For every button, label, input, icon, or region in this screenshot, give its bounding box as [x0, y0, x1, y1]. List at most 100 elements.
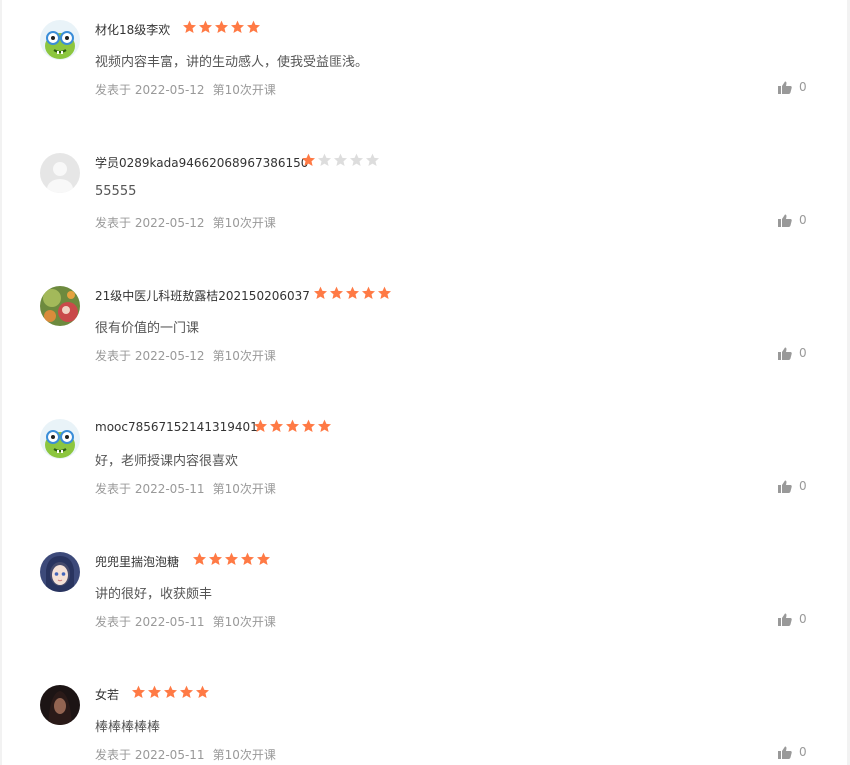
- like-count: 0: [799, 745, 807, 759]
- like-count: 0: [799, 479, 807, 493]
- review-item: 兜兜里揣泡泡糖 讲的很好，收获颇丰 发表于 2022-05-11 第10次开课 0: [2, 532, 847, 665]
- star-filled-icon: [179, 685, 194, 699]
- post-date: 发表于 2022-05-11: [95, 482, 205, 496]
- thumbs-up-icon: [778, 347, 792, 360]
- review-meta: 发表于 2022-05-11 第10次开课: [95, 480, 276, 497]
- star-filled-icon: [269, 419, 284, 433]
- like-count: 0: [799, 80, 807, 94]
- like-button[interactable]: 0: [778, 80, 807, 94]
- star-filled-icon: [224, 552, 239, 566]
- star-empty-icon: [317, 153, 332, 167]
- avatar[interactable]: [40, 20, 80, 60]
- reviewer-name[interactable]: 兜兜里揣泡泡糖: [95, 553, 179, 570]
- course-term: 第10次开课: [212, 615, 276, 629]
- reviewer-name[interactable]: 21级中医儿科班敖露桔202150206037: [95, 287, 310, 304]
- star-filled-icon: [131, 685, 146, 699]
- avatar[interactable]: [40, 153, 80, 193]
- star-filled-icon: [285, 419, 300, 433]
- review-meta: 发表于 2022-05-11 第10次开课: [95, 746, 276, 763]
- review-content: 视频内容丰富，讲的生动感人，使我受益匪浅。: [95, 55, 369, 70]
- thumbs-up-icon: [778, 214, 792, 227]
- star-empty-icon: [349, 153, 364, 167]
- dark-photo-avatar-icon: [40, 685, 80, 725]
- review-content: 很有价值的一门课: [95, 321, 200, 336]
- review-content: 棒棒棒棒棒: [95, 720, 161, 735]
- star-filled-icon: [329, 286, 344, 300]
- star-filled-icon: [208, 552, 223, 566]
- review-meta: 发表于 2022-05-12 第10次开课: [95, 347, 276, 364]
- green-monster-avatar-icon: [40, 419, 80, 459]
- course-term: 第10次开课: [212, 349, 276, 363]
- green-monster-avatar-icon: [40, 20, 80, 60]
- star-filled-icon: [195, 685, 210, 699]
- review-item: mooc78567152141319401 好，老师授课内容很喜欢 发表于 20…: [2, 399, 847, 532]
- post-date: 发表于 2022-05-12: [95, 83, 205, 97]
- star-rating: [313, 286, 392, 300]
- like-button[interactable]: 0: [778, 213, 807, 227]
- star-filled-icon: [163, 685, 178, 699]
- reviewer-name[interactable]: 女若: [95, 686, 119, 703]
- default-person-avatar-icon: [40, 153, 80, 193]
- like-button[interactable]: 0: [778, 612, 807, 626]
- star-filled-icon: [301, 153, 316, 167]
- star-empty-icon: [365, 153, 380, 167]
- reviewer-name[interactable]: 学员0289kada94662068967386150: [95, 154, 308, 171]
- star-filled-icon: [246, 20, 261, 34]
- review-list: 材化18级李欢 视频内容丰富，讲的生动感人，使我受益匪浅。 发表于 2022-0…: [2, 0, 847, 765]
- thumbs-up-icon: [778, 81, 792, 94]
- review-content: 55555: [95, 184, 137, 199]
- star-filled-icon: [361, 286, 376, 300]
- star-empty-icon: [333, 153, 348, 167]
- star-filled-icon: [301, 419, 316, 433]
- review-content: 好，老师授课内容很喜欢: [95, 454, 239, 469]
- photo-avatar-flower-icon: [40, 286, 80, 326]
- review-item: 21级中医儿科班敖露桔202150206037 很有价值的一门课 发表于 202…: [2, 266, 847, 399]
- anime-girl-avatar-icon: [40, 552, 80, 592]
- post-date: 发表于 2022-05-12: [95, 216, 205, 230]
- star-filled-icon: [377, 286, 392, 300]
- review-content: 讲的很好，收获颇丰: [95, 587, 213, 602]
- reviewer-name[interactable]: 材化18级李欢: [95, 21, 170, 38]
- avatar[interactable]: [40, 685, 80, 725]
- avatar[interactable]: [40, 419, 80, 459]
- star-filled-icon: [230, 20, 245, 34]
- review-meta: 发表于 2022-05-12 第10次开课: [95, 214, 276, 231]
- star-rating: [253, 419, 332, 433]
- like-button[interactable]: 0: [778, 479, 807, 493]
- star-filled-icon: [240, 552, 255, 566]
- like-count: 0: [799, 213, 807, 227]
- star-rating: [131, 685, 210, 699]
- avatar[interactable]: [40, 286, 80, 326]
- course-term: 第10次开课: [212, 216, 276, 230]
- star-rating: [192, 552, 271, 566]
- review-item: 材化18级李欢 视频内容丰富，讲的生动感人，使我受益匪浅。 发表于 2022-0…: [2, 0, 847, 133]
- star-filled-icon: [182, 20, 197, 34]
- star-filled-icon: [147, 685, 162, 699]
- review-meta: 发表于 2022-05-12 第10次开课: [95, 81, 276, 98]
- star-filled-icon: [192, 552, 207, 566]
- thumbs-up-icon: [778, 480, 792, 493]
- reviewer-name[interactable]: mooc78567152141319401: [95, 420, 258, 434]
- like-count: 0: [799, 346, 807, 360]
- thumbs-up-icon: [778, 613, 792, 626]
- star-rating: [301, 153, 380, 167]
- avatar[interactable]: [40, 552, 80, 592]
- star-filled-icon: [253, 419, 268, 433]
- like-count: 0: [799, 612, 807, 626]
- star-filled-icon: [345, 286, 360, 300]
- star-filled-icon: [317, 419, 332, 433]
- star-filled-icon: [214, 20, 229, 34]
- like-button[interactable]: 0: [778, 745, 807, 759]
- post-date: 发表于 2022-05-11: [95, 748, 205, 762]
- star-rating: [182, 20, 261, 34]
- star-filled-icon: [256, 552, 271, 566]
- review-item: 学员0289kada94662068967386150 55555 发表于 20…: [2, 133, 847, 266]
- course-term: 第10次开课: [212, 482, 276, 496]
- review-meta: 发表于 2022-05-11 第10次开课: [95, 613, 276, 630]
- star-filled-icon: [313, 286, 328, 300]
- course-term: 第10次开课: [212, 748, 276, 762]
- course-term: 第10次开课: [212, 83, 276, 97]
- like-button[interactable]: 0: [778, 346, 807, 360]
- star-filled-icon: [198, 20, 213, 34]
- review-item: 女若 棒棒棒棒棒 发表于 2022-05-11 第10次开课 0: [2, 665, 847, 765]
